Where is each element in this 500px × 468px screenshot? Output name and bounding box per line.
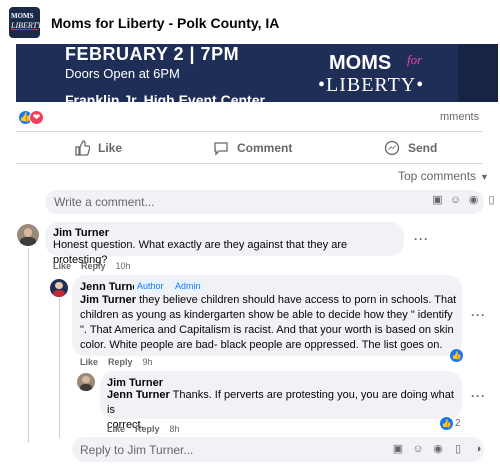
comment-time[interactable]: 9h bbox=[143, 357, 153, 367]
mention-link[interactable]: Jenn Turner bbox=[107, 389, 170, 401]
gif-icon[interactable]: ▯ bbox=[485, 194, 498, 207]
comment-button-label: Comment bbox=[237, 141, 293, 155]
logo-text-moms: MOMS bbox=[11, 12, 34, 20]
comment-icon bbox=[214, 142, 228, 156]
send-button[interactable]: Send bbox=[384, 139, 437, 157]
banner-doors: Doors Open at 6PM bbox=[65, 66, 180, 81]
page-logo[interactable]: MOMS LIBERTY bbox=[9, 7, 40, 38]
comment-time[interactable]: 10h bbox=[116, 261, 131, 271]
divider bbox=[16, 163, 482, 164]
banner-venue: Franklin Jr. High Event Center bbox=[65, 92, 265, 102]
more-options-icon[interactable]: ··· bbox=[471, 389, 486, 403]
post-reactions[interactable]: 👍 ❤ bbox=[18, 110, 48, 126]
divider bbox=[16, 131, 482, 132]
comment-meta: Like Reply 8h bbox=[107, 424, 180, 434]
comment-reply-link[interactable]: Reply bbox=[108, 357, 133, 367]
comment-text: Jim Turner they believe children should … bbox=[80, 294, 457, 351]
sort-label: Top comments bbox=[398, 169, 477, 183]
banner-logo-moms: MOMS bbox=[329, 52, 392, 74]
banner-logo-for: for bbox=[407, 52, 423, 67]
reaction-count[interactable]: 2 bbox=[455, 418, 461, 429]
chevron-down-icon: ▼ bbox=[480, 172, 489, 182]
page-header: MOMS LIBERTY Moms for Liberty - Polk Cou… bbox=[0, 0, 500, 44]
camera-icon[interactable]: ◉ bbox=[431, 442, 445, 456]
admin-badge: Admin bbox=[172, 280, 204, 292]
comment-like-link[interactable]: Like bbox=[80, 357, 98, 367]
gif-icon[interactable]: ▯ bbox=[451, 442, 465, 456]
send-button-label: Send bbox=[408, 141, 438, 155]
author-badge: Author bbox=[134, 280, 167, 292]
emoji-icon[interactable]: ☺ bbox=[411, 442, 425, 456]
sort-comments-dropdown[interactable]: Top comments ▼ bbox=[398, 169, 489, 183]
comment-meta: Like Reply 9h bbox=[80, 357, 153, 367]
more-options-icon[interactable]: ··· bbox=[414, 232, 429, 246]
like-reaction-icon[interactable]: 👍 bbox=[440, 417, 453, 430]
comments-count[interactable]: mments bbox=[440, 111, 479, 123]
like-reaction-icon[interactable]: 👍 bbox=[450, 349, 463, 362]
comment-meta: Like Reply 10h bbox=[53, 261, 131, 271]
banner-date: FEBRUARY 2 | 7PM bbox=[65, 44, 240, 64]
sticker-face-icon[interactable]: ◑ bbox=[471, 442, 485, 456]
comment-reply-link[interactable]: Reply bbox=[135, 424, 160, 434]
comment-time[interactable]: 8h bbox=[170, 424, 180, 434]
mention-link[interactable]: Jim Turner bbox=[80, 294, 136, 306]
avatar[interactable] bbox=[17, 224, 39, 246]
comment-input[interactable]: Write a comment... ▣ ☺ ◉ ▯ ◑ bbox=[45, 190, 495, 214]
like-button[interactable]: Like bbox=[74, 139, 122, 157]
event-banner-image[interactable]: FEBRUARY 2 | 7PM Doors Open at 6PM Frank… bbox=[16, 44, 498, 102]
emoji-icon[interactable]: ☺ bbox=[449, 194, 462, 207]
comment-button[interactable]: Comment bbox=[213, 139, 292, 157]
avatar[interactable] bbox=[50, 279, 68, 297]
sticker-icon[interactable]: ▣ bbox=[431, 194, 444, 207]
love-icon: ❤ bbox=[29, 110, 44, 125]
avatar[interactable] bbox=[77, 373, 95, 391]
comment-reply-link[interactable]: Reply bbox=[81, 261, 106, 271]
comment-like-link[interactable]: Like bbox=[107, 424, 125, 434]
banner-logo-liberty: •LIBERTY• bbox=[318, 74, 425, 96]
sticker-icon[interactable]: ▣ bbox=[391, 442, 405, 456]
messenger-icon bbox=[384, 140, 400, 156]
page-name[interactable]: Moms for Liberty - Polk County, IA bbox=[51, 15, 279, 31]
thumbs-up-icon bbox=[75, 140, 90, 156]
comment-like-link[interactable]: Like bbox=[53, 261, 71, 271]
reply-input-placeholder: Reply to Jim Turner... bbox=[80, 443, 194, 457]
like-button-label: Like bbox=[98, 141, 123, 155]
camera-icon[interactable]: ◉ bbox=[467, 194, 480, 207]
more-options-icon[interactable]: ··· bbox=[471, 308, 486, 322]
comment-input-placeholder: Write a comment... bbox=[54, 195, 155, 209]
reply-input[interactable]: Reply to Jim Turner... ▣ ☺ ◉ ▯ ◑ bbox=[72, 437, 484, 462]
